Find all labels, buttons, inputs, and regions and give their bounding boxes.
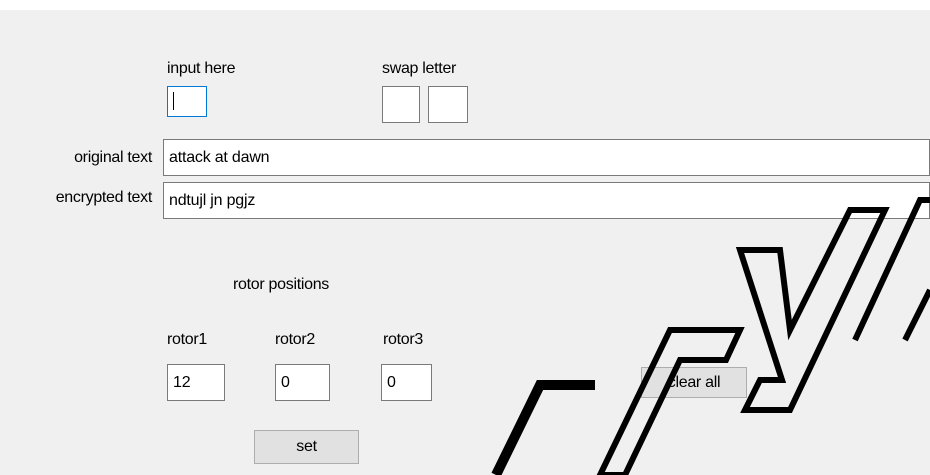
watermark-letter-u bbox=[735, 207, 890, 413]
original-text-label: original text bbox=[74, 149, 152, 166]
set-button[interactable]: set bbox=[254, 430, 359, 464]
text-caret bbox=[173, 92, 174, 110]
clear-all-button[interactable]: clear all bbox=[641, 367, 747, 398]
watermark-letter-be bbox=[491, 380, 595, 475]
swap-letter-label: swap letter bbox=[382, 60, 457, 77]
encrypted-text-field[interactable] bbox=[163, 182, 930, 219]
form-window: input here swap letter original text enc… bbox=[0, 0, 930, 475]
rotor3-field[interactable] bbox=[381, 364, 432, 401]
swap-letter-first-field[interactable] bbox=[382, 86, 420, 123]
input-here-label: input here bbox=[167, 60, 236, 77]
rotor1-field[interactable] bbox=[167, 364, 225, 401]
rotor-positions-label: rotor positions bbox=[233, 276, 329, 293]
watermark-letter-i bbox=[852, 197, 930, 342]
window-top-edge bbox=[0, 0, 930, 10]
encrypted-text-label: encrypted text bbox=[55, 189, 153, 206]
rotor1-label: rotor1 bbox=[167, 331, 207, 348]
original-text-field[interactable] bbox=[163, 139, 930, 176]
rotor2-field[interactable] bbox=[275, 364, 330, 401]
watermark-letter-ge bbox=[596, 327, 745, 475]
rotor2-label: rotor2 bbox=[275, 331, 315, 348]
swap-letter-second-field[interactable] bbox=[428, 86, 468, 123]
rotor3-label: rotor3 bbox=[383, 331, 423, 348]
watermark-logo bbox=[491, 197, 930, 475]
